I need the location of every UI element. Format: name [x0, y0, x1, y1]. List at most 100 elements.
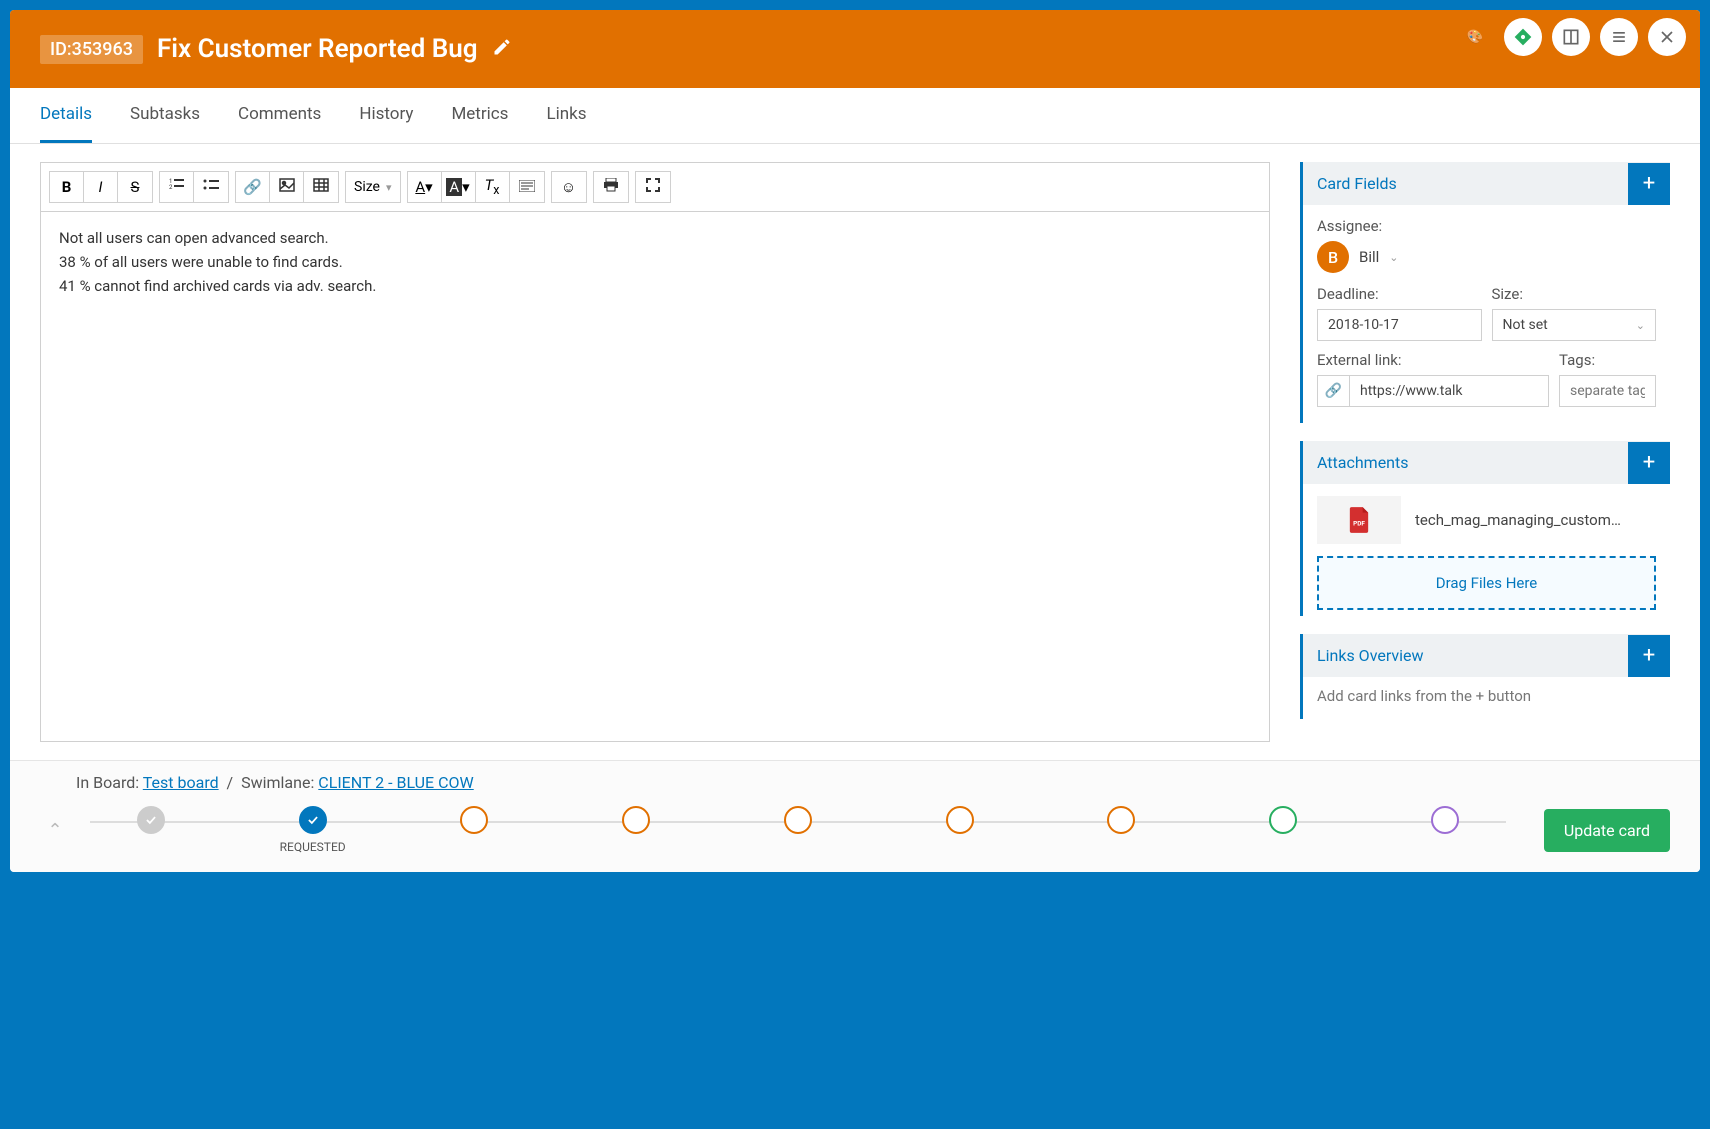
bold-button[interactable]: B	[50, 172, 84, 202]
ordered-list-icon: 12	[169, 178, 185, 196]
links-overview-title: Links Overview	[1303, 634, 1438, 677]
editor-line: 41 % cannot find archived cards via adv.…	[59, 274, 1251, 298]
clear-format-icon: Tx	[485, 176, 500, 198]
size-value: Not set	[1503, 317, 1548, 333]
workflow-step[interactable]	[717, 806, 879, 854]
tab-links[interactable]: Links	[546, 88, 586, 143]
emoji-button[interactable]: ☺	[552, 172, 586, 202]
card-modal: ID:353963 Fix Customer Reported Bug Deta…	[10, 10, 1700, 872]
deadline-input[interactable]	[1317, 309, 1482, 341]
ordered-list-button[interactable]: 12	[160, 172, 194, 202]
assignee-avatar: B	[1317, 241, 1349, 273]
close-button[interactable]	[1648, 18, 1686, 56]
strike-icon: S	[131, 178, 140, 196]
tab-comments[interactable]: Comments	[238, 88, 321, 143]
tab-history[interactable]: History	[359, 88, 413, 143]
font-size-label: Size	[354, 179, 380, 195]
expand-icon	[646, 178, 660, 196]
italic-button[interactable]: I	[84, 172, 118, 202]
print-icon	[603, 178, 619, 196]
attachment-filename: tech_mag_managing_custom…	[1415, 511, 1656, 529]
file-dropzone[interactable]: Drag Files Here	[1317, 556, 1656, 610]
code-block-button[interactable]	[510, 172, 544, 202]
tags-label: Tags:	[1559, 351, 1656, 369]
diamond-button[interactable]	[1504, 18, 1542, 56]
workflow-step[interactable]	[555, 806, 717, 854]
chevron-down-icon: ⌄	[1389, 251, 1398, 264]
workflow-step-label: REQUESTED	[280, 840, 346, 854]
workflow-step[interactable]	[394, 806, 556, 854]
pencil-icon	[492, 37, 512, 57]
size-select[interactable]: Not set ⌄	[1492, 309, 1657, 341]
text-color-button[interactable]: A▾	[408, 172, 442, 202]
theme-button[interactable]: 🎨	[1456, 18, 1494, 56]
add-field-button[interactable]: +	[1628, 163, 1670, 205]
layout-button[interactable]	[1552, 18, 1590, 56]
editor-line: 38 % of all users were unable to find ca…	[59, 250, 1251, 274]
rich-text-editor: B I S 12 🔗 Size ▾	[40, 162, 1270, 742]
fullscreen-button[interactable]	[636, 172, 670, 202]
workflow-step[interactable]	[1202, 806, 1364, 854]
image-button[interactable]	[270, 172, 304, 202]
palette-icon: 🎨	[1467, 30, 1484, 45]
attachment-item[interactable]: PDF tech_mag_managing_custom…	[1317, 496, 1656, 544]
plus-icon: +	[1643, 643, 1655, 668]
link-icon: 🔗	[243, 178, 262, 196]
tab-bar: Details Subtasks Comments History Metric…	[10, 88, 1700, 144]
body: B I S 12 🔗 Size ▾	[10, 144, 1700, 760]
close-icon	[1657, 27, 1677, 47]
attachments-panel: Attachments + PDF tech_mag_managing_cust…	[1300, 441, 1670, 616]
in-board-label: In Board:	[76, 773, 139, 792]
workflow-step[interactable]	[1041, 806, 1203, 854]
top-action-circles: 🎨	[1456, 18, 1686, 56]
board-link[interactable]: Test board	[143, 773, 219, 792]
tab-subtasks[interactable]: Subtasks	[130, 88, 200, 143]
external-link-input-wrap: 🔗	[1317, 375, 1549, 407]
sidebar: Card Fields + Assignee: B Bill ⌄ Deadlin…	[1300, 162, 1670, 742]
pdf-icon: PDF	[1348, 507, 1370, 533]
clear-format-button[interactable]: Tx	[476, 172, 510, 202]
swimlane-label: Swimlane:	[241, 773, 314, 792]
workflow-step-done[interactable]	[70, 806, 232, 854]
card-title: Fix Customer Reported Bug	[157, 34, 478, 64]
workflow-step[interactable]	[1364, 806, 1526, 854]
workflow-step-requested[interactable]: REQUESTED	[232, 806, 394, 854]
swimlane-link[interactable]: CLIENT 2 - BLUE COW	[318, 773, 473, 792]
plus-icon: +	[1643, 450, 1655, 475]
menu-button[interactable]	[1600, 18, 1638, 56]
editor-content[interactable]: Not all users can open advanced search. …	[41, 212, 1269, 741]
external-link-label: External link:	[1317, 351, 1549, 369]
table-icon	[313, 178, 329, 196]
tags-input[interactable]	[1559, 375, 1656, 407]
bold-icon: B	[62, 178, 72, 196]
card-fields-title: Card Fields	[1303, 162, 1411, 205]
check-icon	[144, 813, 158, 827]
chevron-down-icon: ⌄	[1636, 319, 1645, 332]
tab-metrics[interactable]: Metrics	[451, 88, 508, 143]
font-size-select[interactable]: Size ▾	[345, 171, 401, 203]
background-color-button[interactable]: A▾	[442, 172, 476, 202]
strike-button[interactable]: S	[118, 172, 152, 202]
table-button[interactable]	[304, 172, 338, 202]
code-block-icon	[519, 178, 535, 196]
link-button[interactable]: 🔗	[236, 172, 270, 202]
svg-text:PDF: PDF	[1353, 520, 1365, 528]
external-link-season-input[interactable]	[1350, 376, 1548, 406]
footer: In Board: Test board / Swimlane: CLIENT …	[10, 760, 1700, 872]
text-color-icon: A▾	[415, 178, 432, 196]
add-link-button[interactable]: +	[1628, 635, 1670, 677]
assignee-selector[interactable]: B Bill ⌄	[1317, 241, 1656, 273]
unordered-list-button[interactable]	[194, 172, 228, 202]
add-attachment-button[interactable]: +	[1628, 442, 1670, 484]
update-card-button[interactable]: Update card	[1544, 809, 1670, 852]
assignee-label: Assignee:	[1317, 217, 1656, 235]
diamond-icon	[1513, 27, 1533, 47]
card-header: ID:353963 Fix Customer Reported Bug	[10, 10, 1700, 88]
workflow-prev-button[interactable]: ⌃	[40, 820, 70, 841]
tab-details[interactable]: Details	[40, 88, 92, 143]
print-button[interactable]	[594, 172, 628, 202]
links-empty-text: Add card links from the + button	[1303, 677, 1670, 719]
workflow-track: REQUESTED	[70, 806, 1526, 854]
edit-title-icon[interactable]	[492, 37, 512, 61]
workflow-step[interactable]	[879, 806, 1041, 854]
